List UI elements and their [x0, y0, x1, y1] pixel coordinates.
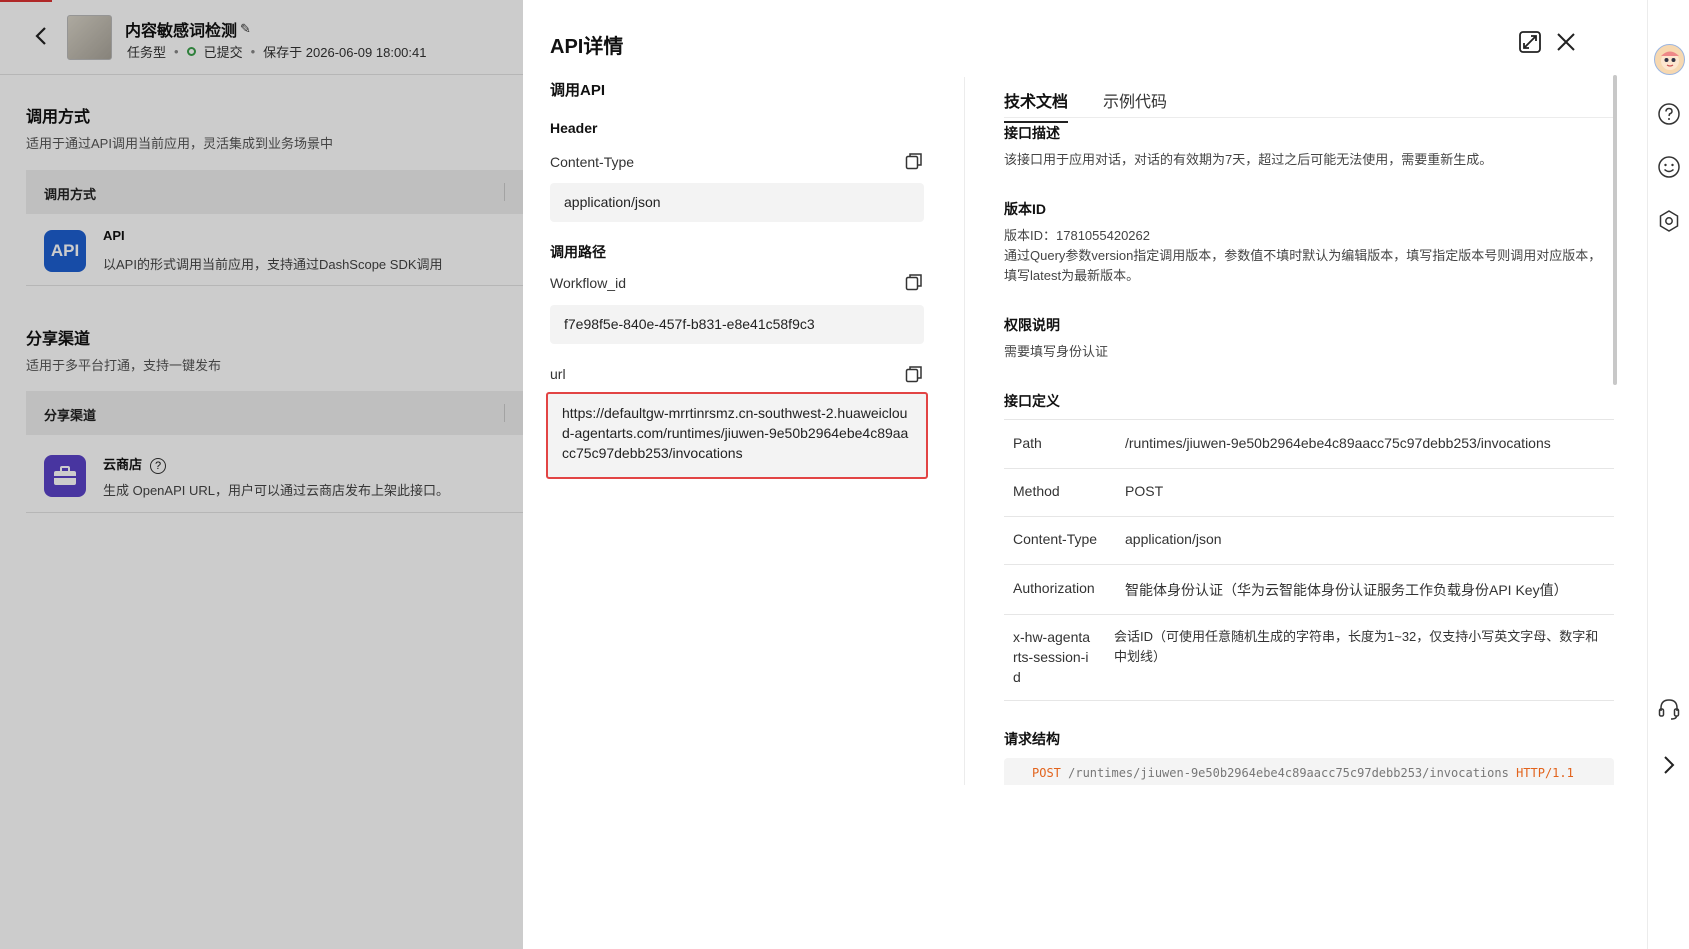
- workflow-id-label: Workflow_id: [550, 275, 626, 291]
- definition-table: Path /runtimes/jiuwen-9e50b2964ebe4c89aa…: [1004, 419, 1614, 701]
- copy-icon: [905, 366, 922, 383]
- path-title: 调用路径: [550, 244, 606, 260]
- avatar[interactable]: [1654, 44, 1685, 75]
- table-row: x-hw-agentarts-session-id 会话ID（可使用任意随机生成…: [1004, 615, 1614, 701]
- content-type-field[interactable]: application/json: [550, 183, 924, 222]
- invoke-api-title: 调用API: [550, 82, 606, 99]
- settings-button[interactable]: [1657, 209, 1681, 233]
- scrollbar[interactable]: [1613, 75, 1617, 385]
- header-title: Header: [550, 120, 598, 136]
- code-protocol: HTTP/1.1: [1516, 766, 1574, 780]
- def-key: Method: [1013, 483, 1060, 499]
- tab-tech-doc[interactable]: 技术文档: [1004, 88, 1069, 123]
- url-field[interactable]: https://defaultgw-mrrtinrsmz.cn-southwes…: [546, 392, 928, 479]
- doc-tabs: 技术文档 示例代码: [1004, 75, 1614, 123]
- desc-text: 该接口用于应用对话，对话的有效期为7天，超过之后可能无法使用，需要重新生成。: [1004, 152, 1493, 167]
- table-row: Path /runtimes/jiuwen-9e50b2964ebe4c89aa…: [1004, 420, 1614, 469]
- copy-icon: [905, 153, 922, 170]
- content-type-label: Content-Type: [550, 154, 635, 170]
- drawer-title: API详情: [550, 36, 624, 58]
- version-title: 版本ID: [1004, 201, 1046, 217]
- def-key: Content-Type: [1013, 531, 1098, 547]
- close-icon: [1557, 33, 1575, 51]
- table-row: Authorization 智能体身份认证（华为云智能体身份认证服务工作负载身份…: [1004, 565, 1614, 615]
- version-id: 版本ID：1781055420262: [1004, 228, 1150, 243]
- auth-title: 权限说明: [1004, 317, 1060, 333]
- def-value: POST: [1125, 483, 1164, 499]
- def-key: Authorization: [1013, 580, 1095, 596]
- help-icon: [1658, 103, 1680, 125]
- code-method: POST: [1032, 766, 1061, 780]
- def-value: application/json: [1125, 531, 1222, 547]
- headset-icon: [1658, 699, 1680, 720]
- table-row: Method POST: [1004, 469, 1614, 517]
- collapse-toolbar-button[interactable]: [1657, 753, 1681, 777]
- tech-doc-panel: 技术文档 示例代码 接口描述 该接口用于应用对话，对话的有效期为7天，超过之后可…: [1004, 75, 1614, 785]
- chevron-right-icon: [1664, 756, 1675, 774]
- def-key: x-hw-agentarts-session-id: [1013, 629, 1091, 685]
- right-toolbar: [1647, 0, 1689, 949]
- def-value: /runtimes/jiuwen-9e50b2964ebe4c89aacc75c…: [1125, 435, 1551, 451]
- request-title: 请求结构: [1004, 731, 1060, 747]
- table-row: Content-Type application/json: [1004, 517, 1614, 565]
- request-code-block: POST /runtimes/jiuwen-9e50b2964ebe4c89aa…: [1004, 758, 1614, 785]
- tab-sample-code[interactable]: 示例代码: [1103, 88, 1167, 121]
- def-value: 会话ID（可使用任意随机生成的字符串，长度为1~32，仅支持小写英文字母、数字和…: [1114, 629, 1599, 664]
- copy-content-type-button[interactable]: [905, 152, 923, 170]
- code-path: /runtimes/jiuwen-9e50b2964ebe4c89aacc75c…: [1060, 766, 1517, 780]
- feedback-button[interactable]: [1657, 155, 1681, 179]
- def-value: 智能体身份认证（华为云智能体身份认证服务工作负载身份API Key值）: [1125, 582, 1568, 598]
- copy-url-button[interactable]: [905, 365, 923, 383]
- version-text: 通过Query参数version指定调用版本，参数值不填时默认为编辑版本，填写指…: [1004, 248, 1602, 283]
- auth-text: 需要填写身份认证: [1004, 344, 1109, 359]
- copy-icon: [905, 274, 922, 291]
- def-title: 接口定义: [1004, 393, 1060, 409]
- help-button[interactable]: [1657, 102, 1681, 126]
- expand-button[interactable]: [1518, 30, 1542, 54]
- support-button[interactable]: [1657, 697, 1681, 721]
- copy-workflow-id-button[interactable]: [905, 273, 923, 291]
- close-button[interactable]: [1555, 31, 1577, 53]
- column-divider: [964, 77, 965, 785]
- expand-icon: [1519, 31, 1541, 53]
- url-label: url: [550, 366, 566, 382]
- api-detail-drawer: API详情 调用API Header Content-Type applicat…: [523, 0, 1647, 949]
- settings-icon: [1659, 210, 1679, 232]
- workflow-id-field[interactable]: f7e98f5e-840e-457f-b831-e8e41c58f9c3: [550, 305, 924, 344]
- def-key: Path: [1013, 435, 1042, 451]
- desc-title: 接口描述: [1004, 125, 1060, 141]
- smile-icon: [1658, 156, 1680, 178]
